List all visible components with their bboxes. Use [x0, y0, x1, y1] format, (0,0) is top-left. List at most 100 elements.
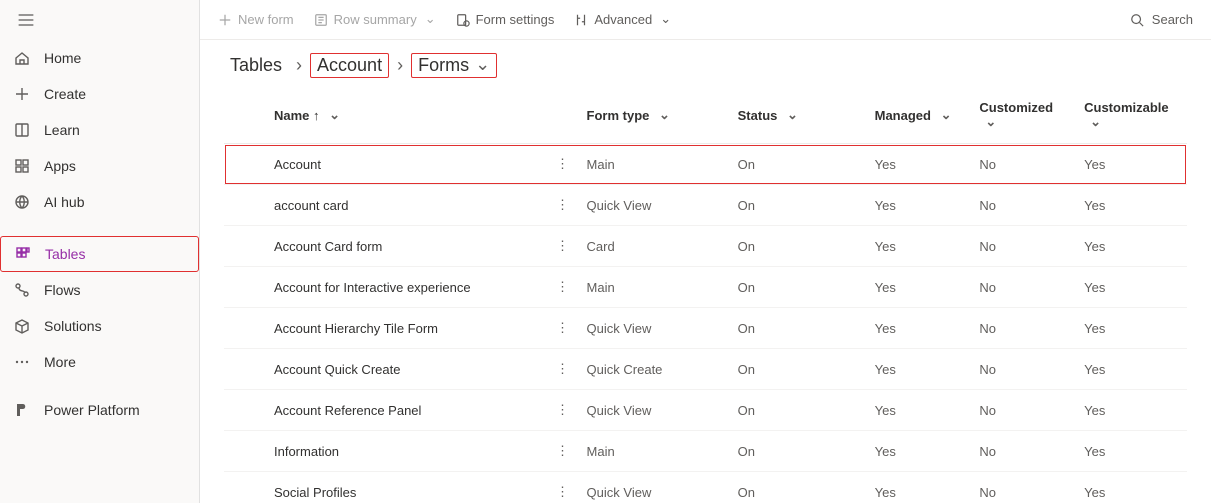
advanced-icon: [574, 13, 588, 27]
col-header-customizable[interactable]: Customizable ⌄: [1076, 90, 1187, 144]
chevron-down-icon: ⌄: [941, 107, 952, 123]
cell-formtype: Main: [579, 267, 730, 308]
search-input[interactable]: Search: [1130, 12, 1193, 27]
breadcrumb: Tables › Account › Forms ⌄: [200, 40, 1211, 90]
cell-name: Account for Interactive experience: [224, 267, 546, 308]
advanced-button[interactable]: Advanced ⌄: [574, 12, 671, 28]
col-header-status-label: Status: [738, 108, 778, 123]
cell-managed: Yes: [867, 185, 972, 226]
cell-customized: No: [971, 431, 1076, 472]
row-actions-button[interactable]: ⋮: [546, 431, 578, 472]
table-row[interactable]: Account Reference Panel⋮Quick ViewOnYesN…: [224, 390, 1187, 431]
table-row[interactable]: Information⋮MainOnYesNoYes: [224, 431, 1187, 472]
row-actions-button[interactable]: ⋮: [546, 267, 578, 308]
cell-customized: No: [971, 472, 1076, 503]
cell-customizable: Yes: [1076, 431, 1187, 472]
sidebar-item-label: Home: [44, 50, 81, 66]
breadcrumb-account[interactable]: Account: [310, 53, 389, 78]
cell-name: Account: [224, 144, 546, 185]
sidebar-item-learn[interactable]: Learn: [0, 112, 199, 148]
sidebar-item-label: Tables: [45, 246, 85, 262]
table-row[interactable]: Account Card form⋮CardOnYesNoYes: [224, 226, 1187, 267]
cell-status: On: [730, 390, 867, 431]
col-header-status[interactable]: Status ⌄: [730, 90, 867, 144]
sidebar-item-create[interactable]: Create: [0, 76, 199, 112]
main-pane: New form Row summary ⌄ Form settings Adv…: [200, 0, 1211, 503]
col-header-customized[interactable]: Customized ⌄: [971, 90, 1076, 144]
cell-status: On: [730, 144, 867, 185]
breadcrumb-forms[interactable]: Forms ⌄: [411, 53, 497, 78]
sidebar-item-solutions[interactable]: Solutions: [0, 308, 199, 344]
tiles-icon: [15, 246, 31, 262]
table-row[interactable]: account card⋮Quick ViewOnYesNoYes: [224, 185, 1187, 226]
sidebar-item-flows[interactable]: Flows: [0, 272, 199, 308]
breadcrumb-root-label: Tables: [230, 55, 282, 76]
cell-customized: No: [971, 349, 1076, 390]
form-settings-button[interactable]: Form settings: [456, 12, 555, 27]
sidebar-item-pp[interactable]: Power Platform: [0, 392, 199, 428]
col-header-managed-label: Managed: [875, 108, 931, 123]
row-actions-button[interactable]: ⋮: [546, 349, 578, 390]
row-actions-button[interactable]: ⋮: [546, 185, 578, 226]
col-header-name[interactable]: Name ↑ ⌄: [224, 90, 546, 144]
globe-icon: [14, 194, 30, 210]
pp-icon: [14, 402, 30, 418]
sidebar-item-more[interactable]: More: [0, 344, 199, 380]
sidebar-item-label: AI hub: [44, 194, 84, 210]
table-row[interactable]: Social Profiles⋮Quick ViewOnYesNoYes: [224, 472, 1187, 503]
cell-formtype: Main: [579, 431, 730, 472]
package-icon: [14, 318, 30, 334]
sidebar-item-label: Create: [44, 86, 86, 102]
cell-formtype: Quick View: [579, 185, 730, 226]
cell-customized: No: [971, 390, 1076, 431]
row-summary-label: Row summary: [334, 12, 417, 27]
more-icon: [14, 354, 30, 370]
forms-table: Name ↑ ⌄ Form type ⌄ Status ⌄ Managed: [224, 90, 1187, 503]
row-actions-button[interactable]: ⋮: [546, 472, 578, 503]
cell-name: Information: [224, 431, 546, 472]
breadcrumb-tables[interactable]: Tables: [224, 54, 288, 77]
table-row[interactable]: Account for Interactive experience⋮MainO…: [224, 267, 1187, 308]
new-form-button[interactable]: New form: [218, 12, 294, 27]
chevron-down-icon: ⌄: [659, 107, 670, 123]
chevron-right-icon: ›: [397, 55, 403, 76]
sidebar-item-tables[interactable]: Tables: [0, 236, 199, 272]
sidebar-item-label: Flows: [44, 282, 81, 298]
cell-status: On: [730, 431, 867, 472]
chevron-down-icon: ⌄: [475, 54, 490, 75]
sidebar-item-home[interactable]: Home: [0, 40, 199, 76]
sidebar-item-aihub[interactable]: AI hub: [0, 184, 199, 220]
row-actions-button[interactable]: ⋮: [546, 226, 578, 267]
col-header-managed[interactable]: Managed ⌄: [867, 90, 972, 144]
sidebar-item-label: More: [44, 354, 76, 370]
col-header-formtype[interactable]: Form type ⌄: [579, 90, 730, 144]
row-actions-button[interactable]: ⋮: [546, 390, 578, 431]
cell-managed: Yes: [867, 472, 972, 503]
cell-name: Social Profiles: [224, 472, 546, 503]
sidebar-item-apps[interactable]: Apps: [0, 148, 199, 184]
row-summary-icon: [314, 13, 328, 27]
cell-managed: Yes: [867, 431, 972, 472]
table-row[interactable]: Account Quick Create⋮Quick CreateOnYesNo…: [224, 349, 1187, 390]
cell-managed: Yes: [867, 390, 972, 431]
breadcrumb-area-label: Forms: [418, 55, 469, 76]
command-bar: New form Row summary ⌄ Form settings Adv…: [200, 0, 1211, 40]
row-actions-button[interactable]: ⋮: [546, 144, 578, 185]
cell-status: On: [730, 472, 867, 503]
cell-formtype: Quick View: [579, 390, 730, 431]
chevron-down-icon: ⌄: [660, 11, 671, 27]
sidebar-item-label: Power Platform: [44, 402, 140, 418]
chevron-down-icon: ⌄: [329, 107, 340, 123]
row-summary-button[interactable]: Row summary ⌄: [314, 12, 436, 28]
table-row[interactable]: Account⋮MainOnYesNoYes: [224, 144, 1187, 185]
form-settings-icon: [456, 13, 470, 27]
grid-icon: [14, 158, 30, 174]
row-actions-button[interactable]: ⋮: [546, 308, 578, 349]
cell-name: account card: [224, 185, 546, 226]
hamburger-icon: [18, 12, 34, 28]
sidebar: Home Create LearnApps AI hub Tables Flows Solu…: [0, 0, 200, 503]
cell-managed: Yes: [867, 226, 972, 267]
cell-customizable: Yes: [1076, 390, 1187, 431]
table-row[interactable]: Account Hierarchy Tile Form⋮Quick ViewOn…: [224, 308, 1187, 349]
hamburger-button[interactable]: [0, 0, 199, 40]
